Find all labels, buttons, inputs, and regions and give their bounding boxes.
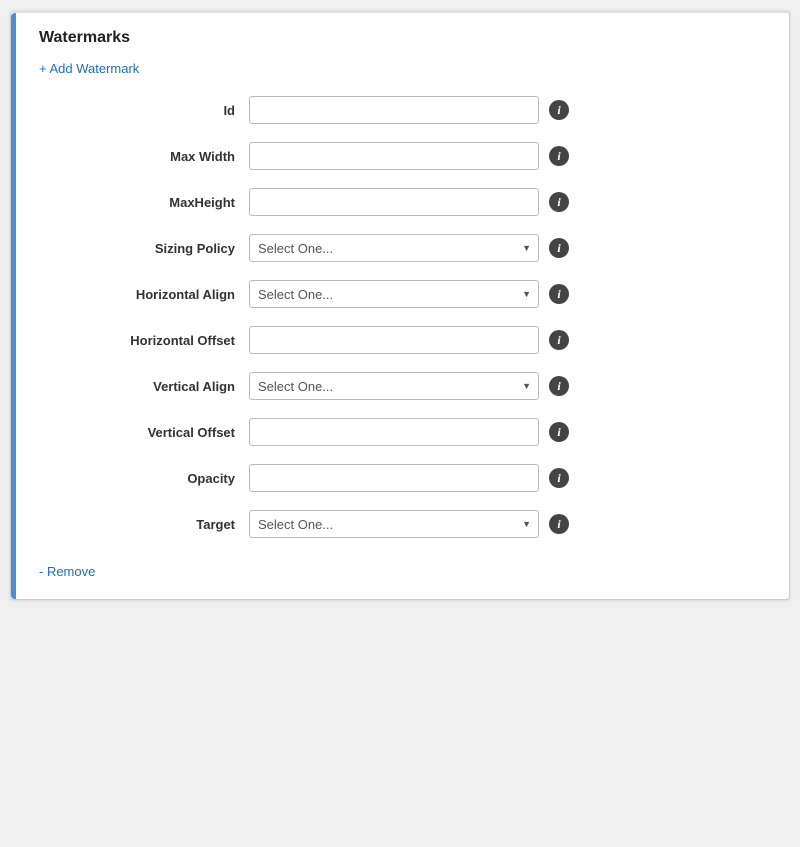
label-target: Target <box>39 517 249 532</box>
control-wrapper-max-height: i <box>249 188 769 216</box>
control-wrapper-vertical-align: Select One... i <box>249 372 769 400</box>
info-icon-max-width[interactable]: i <box>549 146 569 166</box>
main-panel: Watermarks + Add Watermark Id i Max Widt… <box>10 10 790 600</box>
select-wrapper-horizontal-align: Select One... <box>249 280 539 308</box>
field-row-horizontal-offset: Horizontal Offset i <box>39 326 769 354</box>
add-watermark-link[interactable]: + Add Watermark <box>31 61 139 76</box>
control-wrapper-vertical-offset: i <box>249 418 769 446</box>
label-sizing-policy: Sizing Policy <box>39 241 249 256</box>
left-accent-bar <box>11 13 16 599</box>
input-vertical-offset[interactable] <box>249 418 539 446</box>
label-max-width: Max Width <box>39 149 249 164</box>
info-icon-opacity[interactable]: i <box>549 468 569 488</box>
control-wrapper-opacity: i <box>249 464 769 492</box>
field-row-opacity: Opacity i <box>39 464 769 492</box>
select-target[interactable]: Select One... <box>249 510 539 538</box>
info-icon-sizing-policy[interactable]: i <box>549 238 569 258</box>
section-title: Watermarks <box>31 29 769 47</box>
label-opacity: Opacity <box>39 471 249 486</box>
field-row-vertical-align: Vertical Align Select One... i <box>39 372 769 400</box>
label-max-height: MaxHeight <box>39 195 249 210</box>
field-row-max-width: Max Width i <box>39 142 769 170</box>
control-wrapper-max-width: i <box>249 142 769 170</box>
info-icon-horizontal-offset[interactable]: i <box>549 330 569 350</box>
field-row-horizontal-align: Horizontal Align Select One... i <box>39 280 769 308</box>
label-vertical-align: Vertical Align <box>39 379 249 394</box>
info-icon-id[interactable]: i <box>549 100 569 120</box>
label-vertical-offset: Vertical Offset <box>39 425 249 440</box>
control-wrapper-target: Select One... i <box>249 510 769 538</box>
label-id: Id <box>39 103 249 118</box>
control-wrapper-horizontal-align: Select One... i <box>249 280 769 308</box>
input-horizontal-offset[interactable] <box>249 326 539 354</box>
input-max-height[interactable] <box>249 188 539 216</box>
field-row-sizing-policy: Sizing Policy Select One... i <box>39 234 769 262</box>
remove-watermark-link[interactable]: - Remove <box>31 564 95 579</box>
info-icon-horizontal-align[interactable]: i <box>549 284 569 304</box>
select-vertical-align[interactable]: Select One... <box>249 372 539 400</box>
info-icon-target[interactable]: i <box>549 514 569 534</box>
field-row-max-height: MaxHeight i <box>39 188 769 216</box>
control-wrapper-horizontal-offset: i <box>249 326 769 354</box>
info-icon-max-height[interactable]: i <box>549 192 569 212</box>
watermark-form: Id i Max Width i MaxHeight i Sizing Poli… <box>31 96 769 538</box>
control-wrapper-sizing-policy: Select One... i <box>249 234 769 262</box>
select-wrapper-target: Select One... <box>249 510 539 538</box>
field-row-vertical-offset: Vertical Offset i <box>39 418 769 446</box>
input-opacity[interactable] <box>249 464 539 492</box>
select-wrapper-sizing-policy: Select One... <box>249 234 539 262</box>
label-horizontal-align: Horizontal Align <box>39 287 249 302</box>
label-horizontal-offset: Horizontal Offset <box>39 333 249 348</box>
field-row-id: Id i <box>39 96 769 124</box>
info-icon-vertical-offset[interactable]: i <box>549 422 569 442</box>
select-sizing-policy[interactable]: Select One... <box>249 234 539 262</box>
control-wrapper-id: i <box>249 96 769 124</box>
input-max-width[interactable] <box>249 142 539 170</box>
select-horizontal-align[interactable]: Select One... <box>249 280 539 308</box>
field-row-target: Target Select One... i <box>39 510 769 538</box>
select-wrapper-vertical-align: Select One... <box>249 372 539 400</box>
info-icon-vertical-align[interactable]: i <box>549 376 569 396</box>
input-id[interactable] <box>249 96 539 124</box>
